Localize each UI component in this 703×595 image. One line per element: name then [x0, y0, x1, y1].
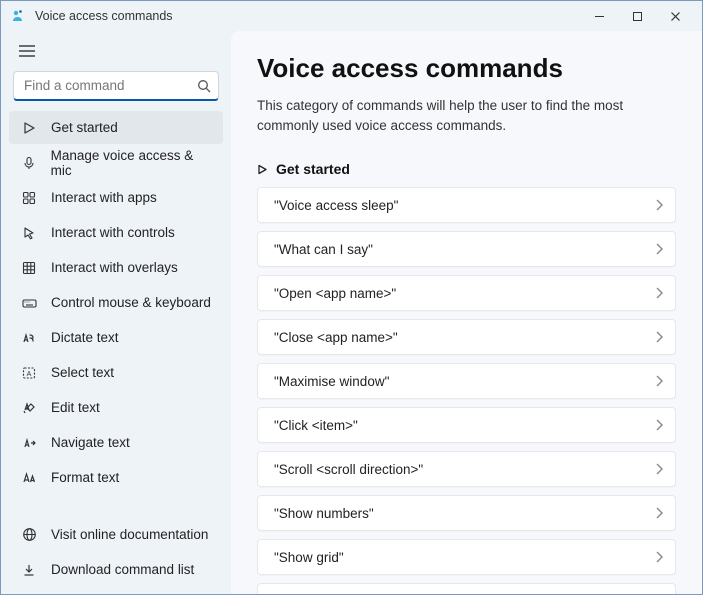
- close-button[interactable]: [656, 2, 694, 30]
- command-item[interactable]: "Cancel": [257, 583, 676, 594]
- sidebar-item-label: Select text: [51, 365, 114, 380]
- command-item[interactable]: "Close <app name>": [257, 319, 676, 355]
- sidebar-item-navigate-text[interactable]: Navigate text: [9, 426, 223, 459]
- hamburger-button[interactable]: [11, 37, 43, 65]
- sidebar-item-label: Dictate text: [51, 330, 119, 345]
- sidebar-item-format-text[interactable]: Format text: [9, 461, 223, 494]
- format-icon: [19, 468, 39, 488]
- section-header[interactable]: Get started: [257, 161, 676, 177]
- cursor-icon: [19, 223, 39, 243]
- chevron-right-icon: [655, 287, 663, 299]
- sidebar-item-label: Control mouse & keyboard: [51, 295, 211, 310]
- sidebar-item-label: Navigate text: [51, 435, 130, 450]
- sidebar-item-label: Interact with controls: [51, 225, 175, 240]
- command-text: "Maximise window": [274, 374, 389, 389]
- command-item[interactable]: "Voice access sleep": [257, 187, 676, 223]
- sidebar-item-label: Edit text: [51, 400, 100, 415]
- command-text: "What can I say": [274, 242, 373, 257]
- command-text: "Show grid": [274, 550, 344, 565]
- command-text: "Close <app name>": [274, 330, 398, 345]
- command-text: "Show numbers": [274, 506, 374, 521]
- chevron-right-icon: [655, 507, 663, 519]
- search-input[interactable]: [13, 71, 219, 101]
- sidebar-item-download[interactable]: Download command list: [9, 553, 223, 586]
- command-list: "Voice access sleep" "What can I say" "O…: [257, 187, 676, 594]
- expand-icon: [257, 164, 268, 175]
- command-item[interactable]: "Scroll <scroll direction>": [257, 451, 676, 487]
- chevron-right-icon: [655, 375, 663, 387]
- sidebar-item-label: Manage voice access & mic: [51, 148, 215, 178]
- chevron-right-icon: [655, 551, 663, 563]
- grid-icon: [19, 258, 39, 278]
- app-title: Voice access commands: [35, 9, 173, 23]
- svg-text:A: A: [27, 371, 32, 378]
- sidebar-item-dictate-text[interactable]: Dictate text: [9, 321, 223, 354]
- select-icon: A: [19, 363, 39, 383]
- keyboard-icon: [19, 293, 39, 313]
- command-text: "Scroll <scroll direction>": [274, 462, 423, 477]
- sidebar-item-interact-overlays[interactable]: Interact with overlays: [9, 251, 223, 284]
- sidebar-item-label: Visit online documentation: [51, 527, 208, 542]
- play-icon: [19, 118, 39, 138]
- command-item[interactable]: "Show grid": [257, 539, 676, 575]
- sidebar-item-select-text[interactable]: A Select text: [9, 356, 223, 389]
- search-icon: [197, 79, 211, 93]
- command-item[interactable]: "Click <item>": [257, 407, 676, 443]
- section-title: Get started: [276, 161, 350, 177]
- titlebar: Voice access commands: [1, 1, 702, 31]
- chevron-right-icon: [655, 463, 663, 475]
- sidebar: Get started Manage voice access & mic In…: [1, 31, 229, 594]
- apps-icon: [19, 188, 39, 208]
- sidebar-item-label: Interact with overlays: [51, 260, 178, 275]
- mic-icon: [19, 153, 39, 173]
- nav-list: Get started Manage voice access & mic In…: [5, 111, 227, 494]
- sidebar-item-label: Get started: [51, 120, 118, 135]
- app-icon: [11, 8, 27, 24]
- command-item[interactable]: "Show numbers": [257, 495, 676, 531]
- dictate-icon: [19, 328, 39, 348]
- sidebar-item-mouse-keyboard[interactable]: Control mouse & keyboard: [9, 286, 223, 319]
- sidebar-item-documentation[interactable]: Visit online documentation: [9, 518, 223, 551]
- chevron-right-icon: [655, 243, 663, 255]
- minimize-button[interactable]: [580, 2, 618, 30]
- download-icon: [19, 560, 39, 580]
- maximize-button[interactable]: [618, 2, 656, 30]
- navigate-icon: [19, 433, 39, 453]
- sidebar-item-label: Download command list: [51, 562, 194, 577]
- command-item[interactable]: "Open <app name>": [257, 275, 676, 311]
- chevron-right-icon: [655, 419, 663, 431]
- command-text: "Voice access sleep": [274, 198, 398, 213]
- search-wrap: [13, 71, 219, 101]
- command-text: "Open <app name>": [274, 286, 396, 301]
- globe-icon: [19, 525, 39, 545]
- content-area: Voice access commands This category of c…: [231, 31, 702, 594]
- sidebar-item-interact-controls[interactable]: Interact with controls: [9, 216, 223, 249]
- sidebar-item-label: Format text: [51, 470, 119, 485]
- command-text: "Click <item>": [274, 418, 358, 433]
- edit-icon: [19, 398, 39, 418]
- sidebar-item-manage-voice[interactable]: Manage voice access & mic: [9, 146, 223, 179]
- sidebar-item-label: Interact with apps: [51, 190, 157, 205]
- sidebar-item-get-started[interactable]: Get started: [9, 111, 223, 144]
- command-item[interactable]: "What can I say": [257, 231, 676, 267]
- sidebar-item-edit-text[interactable]: Edit text: [9, 391, 223, 424]
- page-description: This category of commands will help the …: [257, 96, 676, 135]
- command-item[interactable]: "Maximise window": [257, 363, 676, 399]
- chevron-right-icon: [655, 331, 663, 343]
- chevron-right-icon: [655, 199, 663, 211]
- page-title: Voice access commands: [257, 53, 676, 84]
- sidebar-item-interact-apps[interactable]: Interact with apps: [9, 181, 223, 214]
